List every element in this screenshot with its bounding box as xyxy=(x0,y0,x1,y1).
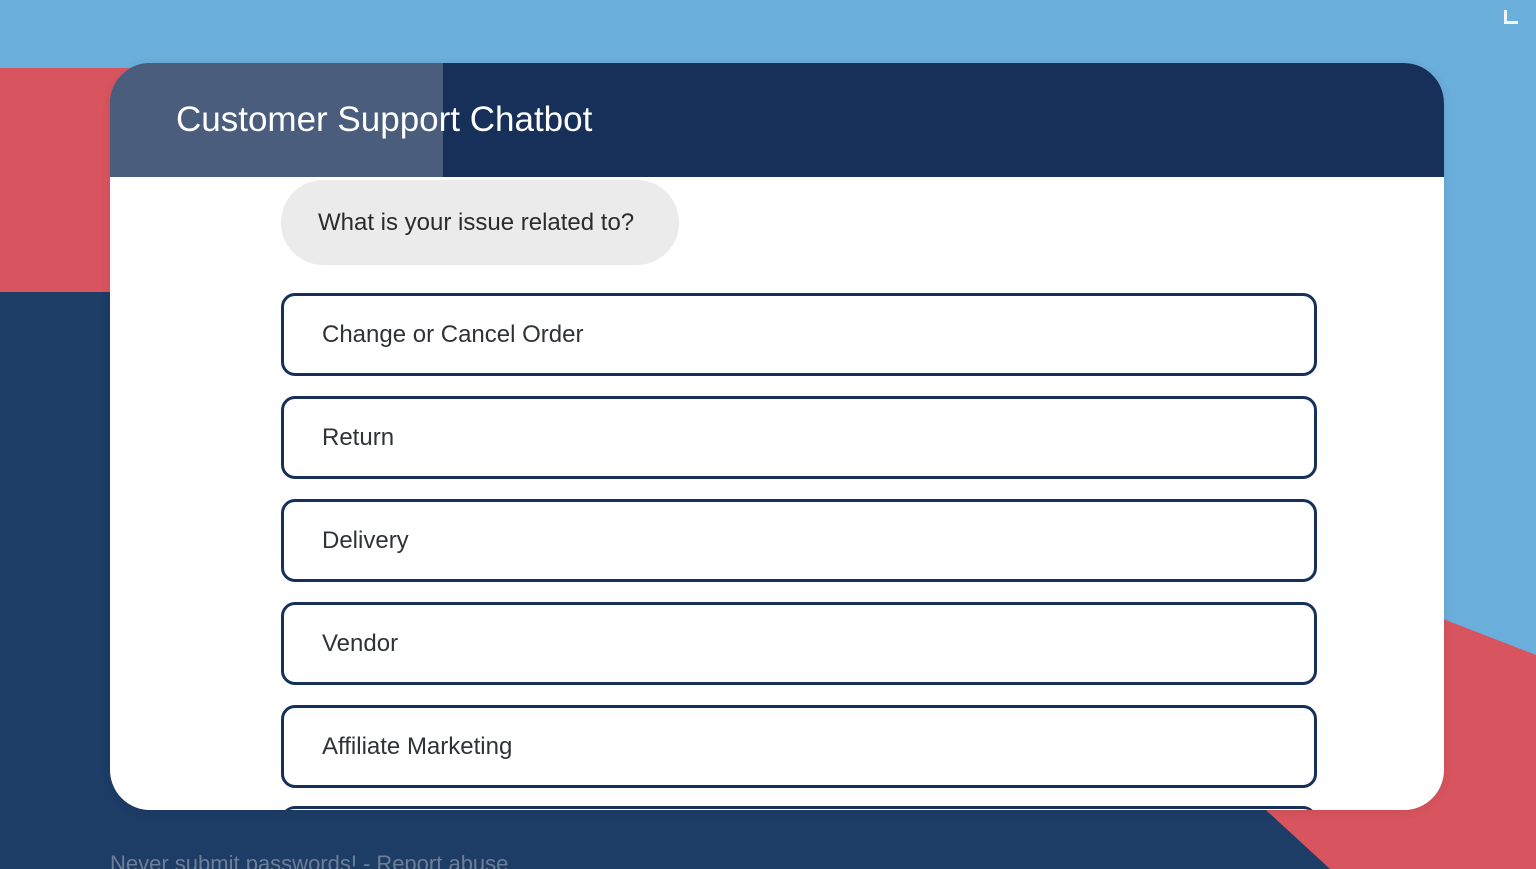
option-return[interactable]: Return xyxy=(281,396,1317,479)
next-option-peek xyxy=(281,806,1317,810)
answer-options: Change or Cancel Order Return Delivery V… xyxy=(281,293,1317,808)
fullscreen-corner-icon[interactable] xyxy=(1504,10,1518,24)
report-abuse-link[interactable]: Report abuse xyxy=(376,851,508,869)
footer: Never submit passwords! - Report abuse xyxy=(110,851,508,869)
option-delivery[interactable]: Delivery xyxy=(281,499,1317,582)
chat-title: Customer Support Chatbot xyxy=(176,100,593,139)
bot-message-bubble: What is your issue related to? xyxy=(281,180,679,265)
chat-header: Customer Support Chatbot xyxy=(110,63,1444,177)
option-affiliate-marketing[interactable]: Affiliate Marketing xyxy=(281,705,1317,788)
password-warning: Never submit passwords! xyxy=(110,851,357,869)
footer-separator: - xyxy=(362,851,371,869)
chat-window: Customer Support Chatbot What is your is… xyxy=(110,63,1444,810)
option-change-or-cancel-order[interactable]: Change or Cancel Order xyxy=(281,293,1317,376)
option-vendor[interactable]: Vendor xyxy=(281,602,1317,685)
